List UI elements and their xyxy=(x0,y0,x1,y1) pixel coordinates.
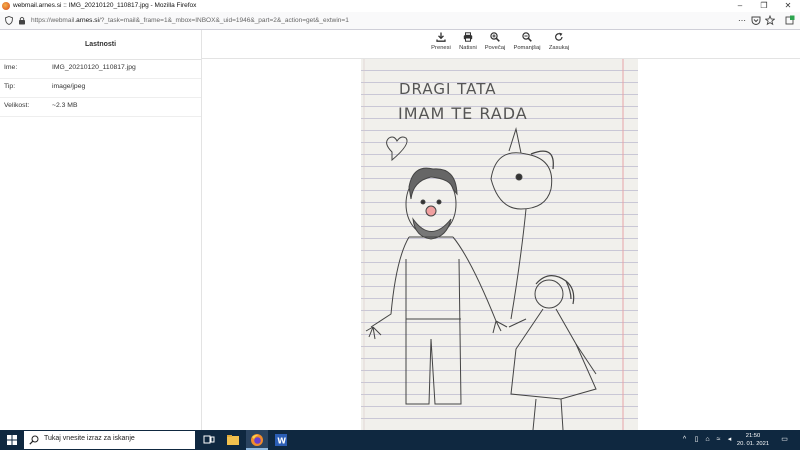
zoom-out-icon xyxy=(522,32,532,42)
zoom-out-button[interactable]: Pomanjšaj xyxy=(510,32,544,51)
image-viewer: DRAGI TATA IMAM TE RADA xyxy=(202,59,800,430)
property-row-name: Ime: IMG_20210120_110817.jpg xyxy=(0,60,201,79)
taskbar-clock[interactable]: 21:50 20. 01. 2021 xyxy=(733,432,773,448)
property-value: ~2.3 MB xyxy=(52,102,78,109)
property-label: Velikost: xyxy=(4,102,30,109)
network-icon[interactable]: ⌂ xyxy=(703,435,712,445)
tray-overflow-icon[interactable]: ^ xyxy=(680,435,689,445)
property-row-type: Tip: image/jpeg xyxy=(0,79,201,98)
minimize-button[interactable]: – xyxy=(728,0,752,12)
rotate-button[interactable]: Zasukaj xyxy=(542,32,576,51)
firefox-favicon-icon xyxy=(2,2,10,10)
rotate-label: Zasukaj xyxy=(548,45,570,51)
heart-shape xyxy=(386,136,408,162)
tracking-shield-icon[interactable] xyxy=(5,16,13,25)
folder-icon xyxy=(227,435,239,445)
property-value: image/jpeg xyxy=(52,83,86,90)
property-label: Ime: xyxy=(4,64,18,71)
sidebar-header: Lastnosti xyxy=(0,30,201,60)
bookmark-star-icon[interactable] xyxy=(765,15,775,26)
download-icon xyxy=(436,32,446,42)
url-text[interactable]: https://webmail.arnes.si/?_task=mail&_fr… xyxy=(31,14,349,27)
maximize-button[interactable]: ❐ xyxy=(752,0,776,12)
zoom-out-label: Pomanjšaj xyxy=(513,45,541,51)
task-view-icon xyxy=(203,435,215,444)
file-explorer-button[interactable] xyxy=(222,430,244,450)
image-toolbar: Prenesi Natisni Povečaj Pomanjšaj Zasuka… xyxy=(202,30,800,59)
drawing-text-line1: DRAGI TATA xyxy=(399,80,497,98)
windows-taskbar: Tukaj vnesite izraz za iskanje W ^ ▯ ⌂ ≈… xyxy=(0,430,800,450)
lock-icon[interactable] xyxy=(18,16,26,25)
wifi-icon[interactable]: ≈ xyxy=(714,435,723,445)
firefox-taskbar-button[interactable] xyxy=(246,430,268,450)
zoom-in-icon xyxy=(490,32,500,42)
task-view-button[interactable] xyxy=(198,430,220,450)
zoom-in-label: Povečaj xyxy=(484,45,506,51)
property-value: IMG_20210120_110817.jpg xyxy=(52,64,136,71)
pocket-icon[interactable] xyxy=(751,15,761,26)
zoom-in-button[interactable]: Povečaj xyxy=(478,32,512,51)
notification-icon[interactable]: ▭ xyxy=(780,435,789,445)
address-bar[interactable]: https://webmail.arnes.si/?_task=mail&_fr… xyxy=(0,12,800,30)
print-icon xyxy=(463,32,473,42)
svg-text:W: W xyxy=(277,437,286,446)
word-taskbar-button[interactable]: W xyxy=(270,430,292,450)
rotate-icon xyxy=(555,32,563,41)
drawing-sketch xyxy=(365,127,597,430)
clock-time: 21:50 xyxy=(745,433,761,439)
attachment-image: DRAGI TATA IMAM TE RADA xyxy=(361,59,638,430)
search-placeholder: Tukaj vnesite izraz za iskanje xyxy=(44,435,135,442)
search-icon xyxy=(29,435,39,445)
clock-date: 20. 01. 2021 xyxy=(736,441,770,447)
page-actions-icon[interactable]: ⋯ xyxy=(737,15,747,26)
battery-icon[interactable]: ▯ xyxy=(692,435,701,445)
extension-icon[interactable] xyxy=(785,15,795,26)
window-title: webmail.arnes.si :: IMG_20210120_110817.… xyxy=(13,2,197,9)
properties-sidebar: Lastnosti Ime: IMG_20210120_110817.jpg T… xyxy=(0,30,202,430)
window-title-bar: webmail.arnes.si :: IMG_20210120_110817.… xyxy=(0,0,800,12)
close-button[interactable]: ✕ xyxy=(776,0,800,12)
firefox-icon xyxy=(251,434,263,446)
property-label: Tip: xyxy=(4,83,16,90)
taskbar-search-box[interactable]: Tukaj vnesite izraz za iskanje xyxy=(24,431,195,449)
word-icon: W xyxy=(275,434,287,446)
drawing-text-line2: IMAM TE RADA xyxy=(398,104,528,123)
property-row-size: Velikost: ~2.3 MB xyxy=(0,98,201,117)
child-drawing: DRAGI TATA IMAM TE RADA xyxy=(363,59,624,430)
windows-start-icon[interactable] xyxy=(7,435,17,445)
